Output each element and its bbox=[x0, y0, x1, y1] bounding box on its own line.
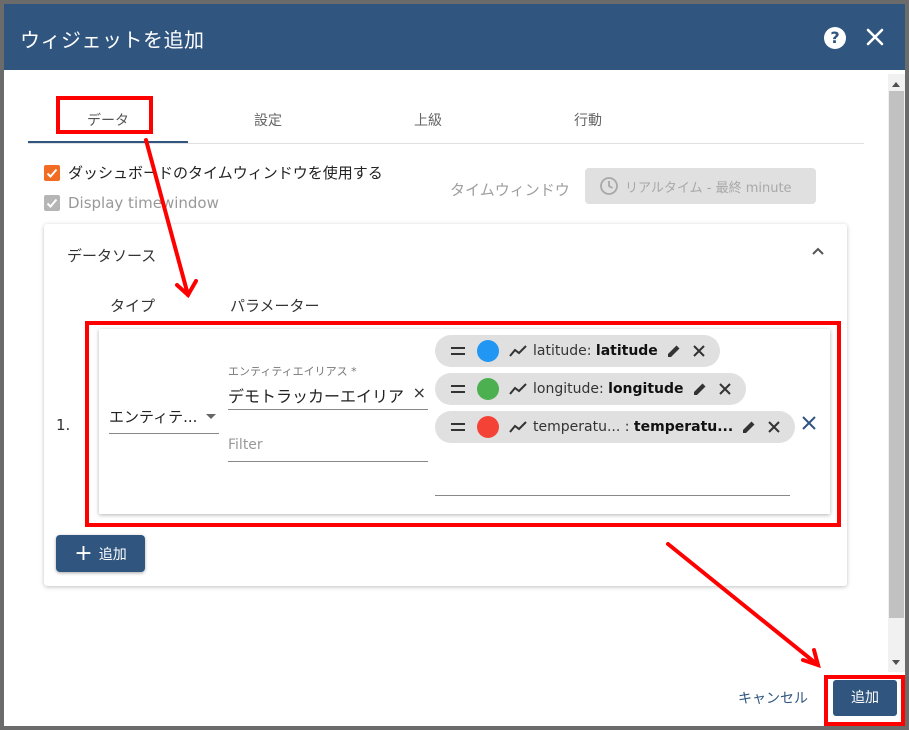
display-timewindow-label: Display timewindow bbox=[68, 194, 219, 212]
use-dashboard-timewindow-option[interactable]: ダッシュボードのタイムウィンドウを使用する bbox=[44, 162, 383, 183]
timeseries-icon bbox=[509, 383, 527, 395]
remove-key-icon[interactable] bbox=[718, 382, 732, 396]
edit-icon[interactable] bbox=[741, 419, 757, 435]
entity-alias-input[interactable]: デモトラッカーエイリア × bbox=[228, 383, 428, 410]
entity-alias-value: デモトラッカーエイリア bbox=[228, 387, 405, 406]
timewindow-label: タイムウィンドウ bbox=[450, 181, 570, 199]
add-datasource-button[interactable]: + 追加 bbox=[56, 535, 145, 572]
timewindow-button-label: リアルタイム - 最終 minute bbox=[625, 180, 792, 196]
entity-alias-label: エンティティエイリアス * bbox=[228, 365, 357, 378]
key-color-swatch[interactable] bbox=[477, 416, 499, 438]
drag-handle-icon[interactable] bbox=[451, 346, 465, 356]
data-key-name: longitude bbox=[533, 381, 599, 397]
question-circle-icon[interactable]: ? bbox=[824, 27, 846, 49]
clock-icon bbox=[600, 177, 618, 195]
column-header-parameters: パラメーター bbox=[230, 297, 320, 315]
timeseries-icon bbox=[509, 421, 527, 433]
data-key-display-label: latitude bbox=[595, 343, 658, 359]
timeseries-icon bbox=[509, 345, 527, 357]
data-key-display-label: temperatu... bbox=[633, 419, 734, 435]
use-dashboard-timewindow-label: ダッシュボードのタイムウィンドウを使用する bbox=[68, 164, 383, 182]
plus-icon: + bbox=[74, 540, 93, 566]
tab-advanced[interactable]: 上級 bbox=[348, 100, 508, 143]
scroll-up-arrow-icon[interactable] bbox=[892, 82, 900, 87]
use-dashboard-timewindow-checkbox[interactable] bbox=[44, 164, 60, 181]
display-timewindow-checkbox[interactable] bbox=[44, 195, 60, 211]
key-color-swatch[interactable] bbox=[477, 340, 499, 362]
key-color-swatch[interactable] bbox=[477, 378, 499, 400]
remove-key-icon[interactable] bbox=[767, 420, 781, 434]
datasource-row-index: 1. bbox=[56, 416, 71, 434]
data-key-label: temperatu... : temperatu... bbox=[533, 419, 734, 435]
scrollbar-thumb[interactable] bbox=[889, 91, 904, 618]
remove-key-icon[interactable] bbox=[692, 344, 706, 358]
dialog-title: ウィジェットを追加 bbox=[20, 28, 205, 52]
datasources-title: データソース bbox=[67, 247, 157, 265]
data-keys-input-underline[interactable] bbox=[435, 495, 790, 496]
data-key-display-label: longitude bbox=[608, 381, 684, 397]
display-timewindow-option[interactable]: Display timewindow bbox=[44, 194, 219, 212]
dropdown-arrow-icon bbox=[206, 414, 216, 419]
edit-icon[interactable] bbox=[666, 343, 682, 359]
data-key-label: latitude: latitude bbox=[533, 343, 658, 359]
data-key-label: longitude: longitude bbox=[533, 381, 684, 397]
data-key-chip[interactable]: temperatu... : temperatu... bbox=[435, 411, 796, 443]
datasource-type-value: エンティテ... bbox=[109, 408, 198, 426]
data-key-chip[interactable]: latitude: latitude bbox=[435, 335, 720, 367]
data-key-chip[interactable]: longitude: longitude bbox=[435, 373, 746, 405]
drag-handle-icon[interactable] bbox=[451, 384, 465, 394]
data-key-name: latitude bbox=[533, 343, 587, 359]
cancel-button[interactable]: キャンセル bbox=[731, 684, 815, 714]
clear-alias-icon[interactable]: × bbox=[413, 383, 426, 402]
close-icon[interactable] bbox=[864, 26, 886, 48]
tab-data[interactable]: データ bbox=[28, 100, 188, 143]
drag-handle-icon[interactable] bbox=[451, 422, 465, 432]
chevron-up-icon[interactable] bbox=[810, 244, 826, 260]
scroll-down-arrow-icon[interactable] bbox=[892, 660, 900, 665]
add-datasource-label: 追加 bbox=[98, 546, 127, 563]
add-button[interactable]: 追加 bbox=[833, 680, 897, 716]
tab-bar: データ 設定 上級 行動 bbox=[28, 100, 864, 144]
edit-icon[interactable] bbox=[692, 381, 708, 397]
dialog-header: ウィジェットを追加 ? bbox=[4, 4, 905, 70]
filter-input[interactable]: Filter bbox=[228, 432, 428, 462]
tab-settings[interactable]: 設定 bbox=[188, 100, 348, 143]
remove-datasource-icon[interactable] bbox=[801, 415, 817, 431]
timewindow-button[interactable]: リアルタイム - 最終 minute bbox=[585, 168, 816, 204]
column-header-type: タイプ bbox=[110, 297, 156, 315]
add-widget-dialog: ウィジェットを追加 ? データ 設定 上級 行動 ダッシュボードのタイムウィンド… bbox=[4, 4, 905, 726]
data-key-name: temperatu... bbox=[533, 419, 621, 435]
tab-actions[interactable]: 行動 bbox=[508, 100, 668, 143]
datasource-type-select[interactable]: エンティテ... bbox=[109, 404, 219, 434]
